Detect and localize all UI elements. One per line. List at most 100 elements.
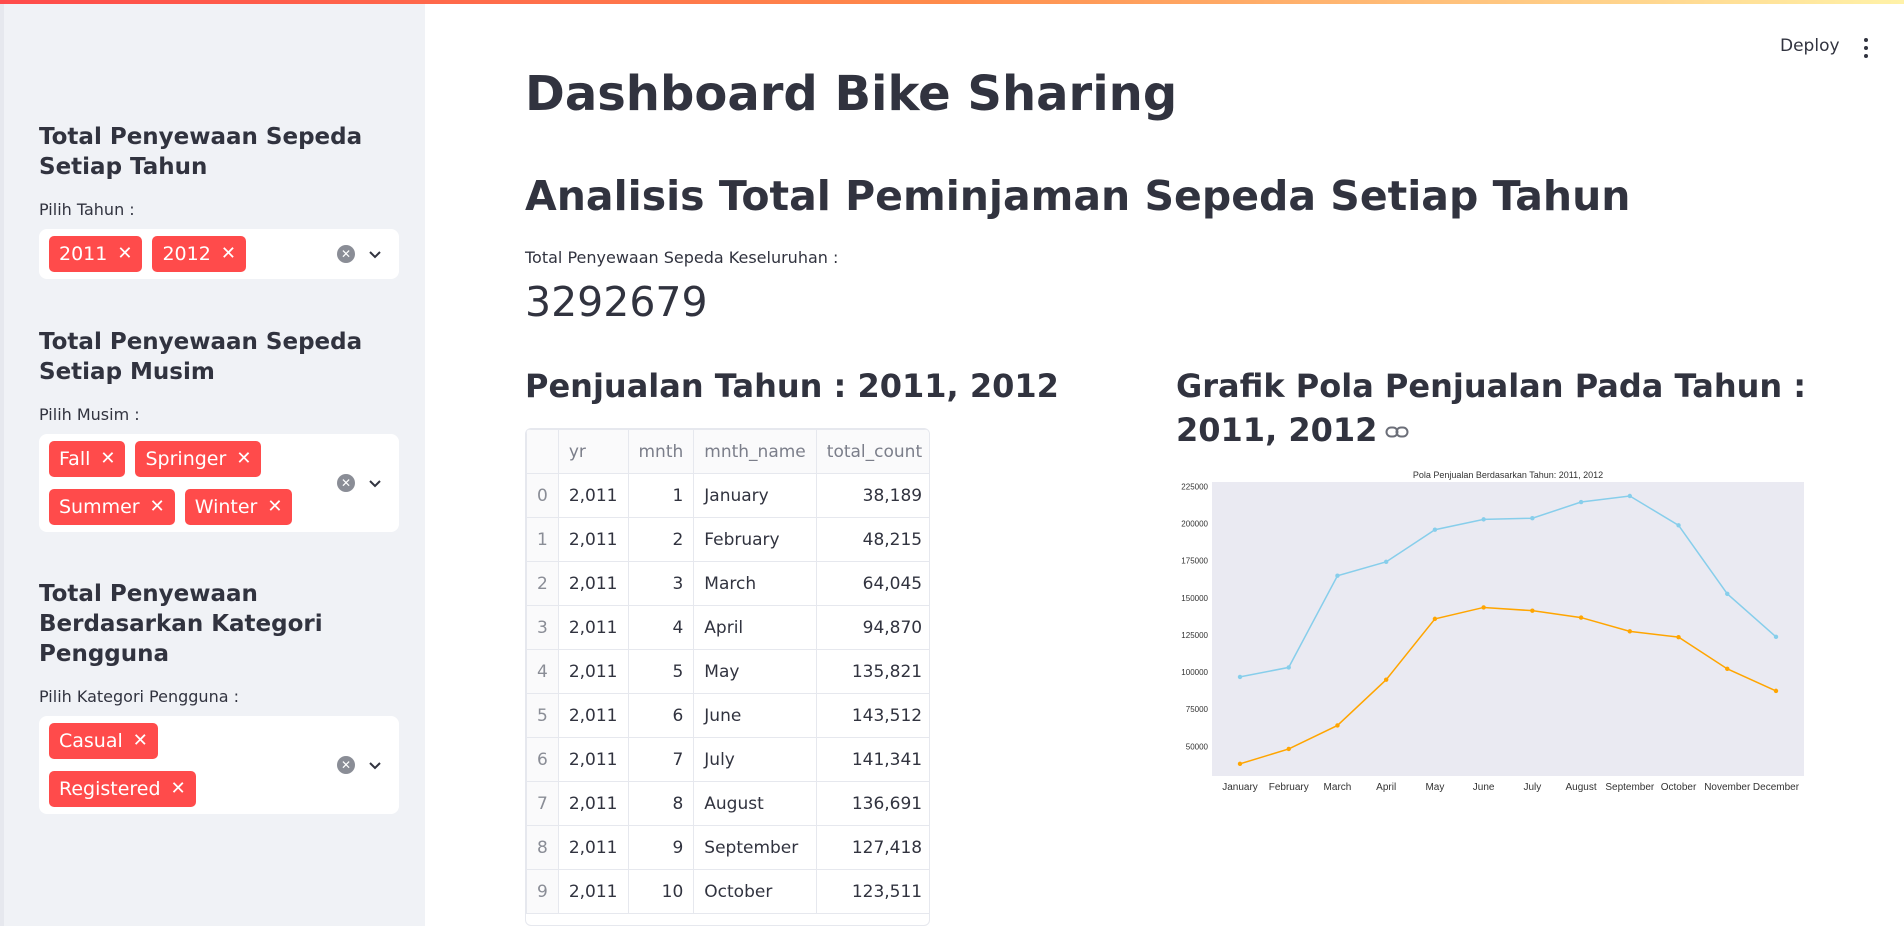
tag-label: Summer <box>59 496 140 518</box>
clear-all-icon[interactable]: ✕ <box>337 756 355 774</box>
link-icon[interactable] <box>1385 425 1409 439</box>
data-point <box>1237 674 1243 680</box>
column-header[interactable]: total_count <box>815 429 929 474</box>
data-point <box>1432 527 1438 532</box>
table-cell: 2,011 <box>557 869 629 914</box>
data-point <box>1578 499 1584 505</box>
table-row[interactable]: 3 2,011 4 April 94,870 <box>526 605 929 650</box>
remove-tag-icon[interactable]: ✕ <box>133 732 148 750</box>
column-header[interactable]: yr <box>557 429 629 474</box>
chart-heading: Grafik Pola Penjualan Pada Tahun : 2011,… <box>1176 364 1816 452</box>
table-cell: 2,011 <box>557 693 629 738</box>
data-point <box>1481 605 1486 610</box>
data-point <box>1383 677 1389 682</box>
data-point <box>1383 559 1389 565</box>
table-cell: 135,821 <box>815 649 929 694</box>
tag-label: Winter <box>194 496 258 518</box>
season-tag-summer: Summer ✕ <box>49 489 175 525</box>
user-category-multiselect[interactable]: Casual ✕ Registered ✕ ✕ <box>39 716 399 814</box>
tag-label: Registered <box>59 778 161 800</box>
remove-tag-icon[interactable]: ✕ <box>221 245 236 263</box>
user-category-filter-section: Total Penyewaan Berdasarkan Kategori Pen… <box>39 579 399 814</box>
year-filter-section: Total Penyewaan Sepeda Setiap Tahun Pili… <box>39 122 399 279</box>
data-point <box>1481 517 1486 522</box>
column-header[interactable] <box>526 429 559 474</box>
user-tag-casual: Casual ✕ <box>49 723 158 759</box>
table-cell: 136,691 <box>815 781 929 826</box>
table-row[interactable]: 1 2,011 2 February 48,215 <box>526 517 929 562</box>
page-title: Dashboard Bike Sharing <box>525 66 1178 122</box>
user-category-filter-heading: Total Penyewaan Berdasarkan Kategori Pen… <box>39 581 323 667</box>
season-tag-springer: Springer ✕ <box>135 441 262 477</box>
table-row[interactable]: 6 2,011 7 July 141,341 <box>526 737 929 782</box>
table-cell: 2 <box>627 517 695 562</box>
y-tick-label: 150000 <box>1181 594 1208 603</box>
row-index-cell: 3 <box>526 605 559 650</box>
table-heading: Penjualan Tahun : 2011, 2012 <box>525 367 1059 405</box>
year-multiselect[interactable]: 2011 ✕ 2012 ✕ ✕ <box>39 229 399 279</box>
table-cell: 38,189 <box>815 473 929 518</box>
tag-label: 2011 <box>59 243 108 265</box>
table-cell: 123,511 <box>815 869 929 914</box>
remove-tag-icon[interactable]: ✕ <box>100 450 115 468</box>
table-cell: 5 <box>627 649 695 694</box>
deploy-button[interactable]: Deploy <box>1780 36 1840 56</box>
table-cell: 2,011 <box>557 561 629 606</box>
y-tick-label: 200000 <box>1181 520 1208 529</box>
season-multiselect[interactable]: Fall ✕ Springer ✕ Summer ✕ Winter ✕ ✕ <box>39 434 399 532</box>
column-header[interactable]: mnth <box>627 429 695 474</box>
main-menu-icon[interactable] <box>1862 38 1870 58</box>
top-decoration-stripe <box>0 0 1904 4</box>
table-row[interactable]: 7 2,011 8 August 136,691 <box>526 781 929 826</box>
table-cell: October <box>693 869 817 914</box>
data-point <box>1286 746 1291 752</box>
chevron-down-icon[interactable] <box>367 246 383 262</box>
remove-tag-icon[interactable]: ✕ <box>236 450 251 468</box>
data-table[interactable]: yr mnth mnth_name total_count 0 2,011 1 Jan… <box>525 428 930 926</box>
clear-all-icon[interactable]: ✕ <box>337 245 355 263</box>
data-point <box>1725 591 1730 597</box>
table-row[interactable]: 9 2,011 10 October 123,511 <box>526 869 929 914</box>
y-tick-label: 125000 <box>1181 631 1208 640</box>
column-header[interactable]: mnth_name <box>693 429 817 474</box>
x-tick-label: March <box>1324 782 1352 793</box>
table-row[interactable]: 4 2,011 5 May 135,821 <box>526 649 929 694</box>
table-row[interactable]: 0 2,011 1 January 38,189 <box>526 473 929 518</box>
table-cell: 2,011 <box>557 781 629 826</box>
plot-area <box>1212 482 1804 776</box>
season-filter-label: Pilih Musim : <box>39 405 140 424</box>
table-cell: 141,341 <box>815 737 929 782</box>
table-cell: 94,870 <box>815 605 929 650</box>
x-tick-label: January <box>1222 782 1258 793</box>
remove-tag-icon[interactable]: ✕ <box>171 780 186 798</box>
chevron-down-icon[interactable] <box>367 757 383 773</box>
y-tick-label: 50000 <box>1186 742 1209 751</box>
x-tick-label: July <box>1523 782 1541 793</box>
line-chart: Pola Penjualan Berdasarkan Tahun: 2011, … <box>1181 470 1804 793</box>
row-index-cell: 7 <box>526 781 559 826</box>
table-row[interactable]: 8 2,011 9 September 127,418 <box>526 825 929 870</box>
x-tick-label: April <box>1376 782 1396 793</box>
metric-label: Total Penyewaan Sepeda Keseluruhan : <box>525 248 839 267</box>
table-row[interactable]: 5 2,011 6 June 143,512 <box>526 693 929 738</box>
table-cell: 1 <box>627 473 695 518</box>
clear-all-icon[interactable]: ✕ <box>337 474 355 492</box>
y-tick-label: 100000 <box>1181 668 1208 677</box>
data-point <box>1530 516 1535 521</box>
chevron-down-icon[interactable] <box>367 475 383 491</box>
x-tick-label: February <box>1269 782 1309 793</box>
table-row[interactable]: 2 2,011 3 March 64,045 <box>526 561 929 606</box>
section-title: Analisis Total Peminjaman Sepeda Setiap … <box>525 172 1631 220</box>
table-cell: 7 <box>627 737 695 782</box>
data-point <box>1773 688 1779 694</box>
data-point <box>1335 723 1340 728</box>
remove-tag-icon[interactable]: ✕ <box>117 245 132 263</box>
remove-tag-icon[interactable]: ✕ <box>150 498 165 516</box>
table-cell: 143,512 <box>815 693 929 738</box>
remove-tag-icon[interactable]: ✕ <box>267 498 282 516</box>
table-cell: 127,418 <box>815 825 929 870</box>
table-cell: 4 <box>627 605 695 650</box>
metric-value: 3292679 <box>525 278 708 326</box>
table-cell: 8 <box>627 781 695 826</box>
row-index-cell: 2 <box>526 561 559 606</box>
